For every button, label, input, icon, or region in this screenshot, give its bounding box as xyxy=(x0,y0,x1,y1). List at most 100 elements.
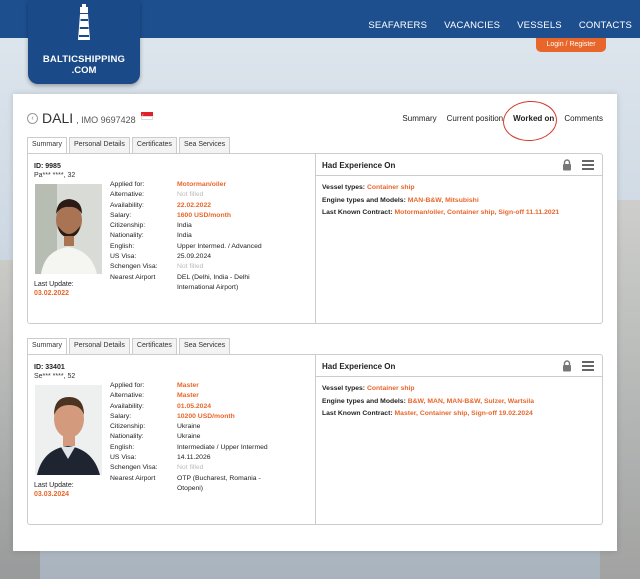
last-update-label: Last Update: xyxy=(34,482,74,489)
login-separator: / xyxy=(565,41,568,48)
availability-value: 01.05.2024 xyxy=(177,402,212,410)
engine-types-label: Engine types and Models: xyxy=(322,397,406,405)
citizenship-value: India xyxy=(177,222,192,230)
seafarer-photo[interactable] xyxy=(35,385,102,475)
vessel-types-label: Vessel types: xyxy=(322,385,366,392)
nationality-value: India xyxy=(177,232,192,240)
vessel-types-value: Container ship xyxy=(366,184,415,191)
logo-text-domain: .COM xyxy=(71,65,97,76)
experience-lines: Vessel types: Container ship Engine type… xyxy=(322,383,534,421)
last-contract-label: Last Known Contract: xyxy=(322,410,393,417)
engine-types-value: B&W, MAN, MAN-B&W, Sulzer, Wartsila xyxy=(407,397,534,405)
experience-title: Had Experience On xyxy=(322,362,396,371)
tab-current-position[interactable]: Current position xyxy=(447,114,503,123)
seafarer-name-age: Se*** ****, 52 xyxy=(34,373,76,380)
engine-types-value: MAN-B&W, Mitsubishi xyxy=(407,196,479,204)
english-value: Intermediate / Upper Intermed xyxy=(177,443,268,451)
card-tab-personal-details[interactable]: Personal Details xyxy=(68,137,130,153)
applied-for-value: Motorman/oiler xyxy=(177,181,227,188)
tab-summary[interactable]: Summary xyxy=(402,114,436,123)
applied-for-label: Applied for: xyxy=(110,382,145,389)
card-tab-sea-services[interactable]: Sea Services xyxy=(178,137,231,153)
card-tabs: Summary Personal Details Certificates Se… xyxy=(27,338,231,354)
vessel-types-value: Container ship xyxy=(366,385,415,392)
menu-icon[interactable] xyxy=(582,361,594,371)
last-update-value: 03.02.2022 xyxy=(34,290,70,297)
card-tab-sea-services[interactable]: Sea Services xyxy=(178,338,231,354)
card-tab-summary[interactable]: Summary xyxy=(27,338,67,354)
seafarer-photo[interactable] xyxy=(35,184,102,274)
logo-text: BALTICSHIPPING xyxy=(42,54,126,65)
red-circle-annotation xyxy=(501,99,559,143)
nav-contacts[interactable]: CONTACTS xyxy=(579,20,632,31)
nav-vessels[interactable]: VESSELS xyxy=(517,20,562,31)
us-visa-label: US Visa: xyxy=(110,253,137,261)
last-contract-value: Motorman/oiler, Container ship, Sign-off… xyxy=(394,209,560,216)
availability-label: Availability: xyxy=(110,402,144,410)
us-visa-label: US Visa: xyxy=(110,454,137,462)
main-panel: ‹ DALI , IMO 9697428 ☾ Summary Current p… xyxy=(13,94,617,551)
card-tabs: Summary Personal Details Certificates Se… xyxy=(27,137,231,153)
nearest-airport-label: Nearest Airport xyxy=(110,474,156,482)
schengen-visa-value: Not filled xyxy=(177,464,204,472)
lock-icon[interactable] xyxy=(562,360,572,372)
menu-icon[interactable] xyxy=(582,160,594,170)
last-contract-value: Master, Container ship, Sign-off 19.02.2… xyxy=(394,410,533,417)
schengen-visa-label: Schengen Visa: xyxy=(110,464,158,472)
last-contract-label: Last Known Contract: xyxy=(322,209,393,216)
experience-title: Had Experience On xyxy=(322,161,396,170)
nav-seafarers[interactable]: SEAFARERS xyxy=(368,20,427,31)
english-value: Upper Intermed. / Advanced xyxy=(177,242,262,250)
tab-comments[interactable]: Comments xyxy=(564,114,603,123)
nearest-airport-label: Nearest Airport xyxy=(110,273,156,281)
nearest-airport-value: DEL (Delhi, India - Delhi International … xyxy=(177,273,250,291)
english-label: English: xyxy=(110,242,135,250)
nationality-label: Nationality: xyxy=(110,232,144,240)
card-body: ID: 33401 Se*** ****, 52 Last Update: 03… xyxy=(27,354,603,525)
last-update-value: 03.03.2024 xyxy=(34,491,70,498)
vessel-name: DALI xyxy=(42,110,74,126)
login-link[interactable]: Login xyxy=(546,41,563,48)
salary-label: Salary: xyxy=(110,211,132,219)
experience-header: Had Experience On xyxy=(316,355,602,377)
lighthouse-icon xyxy=(78,4,90,40)
nav-vacancies[interactable]: VACANCIES xyxy=(444,20,500,31)
vessel-imo: , IMO 9697428 xyxy=(76,114,136,125)
vessel-types-label: Vessel types: xyxy=(322,184,366,191)
applied-for-label: Applied for: xyxy=(110,181,145,188)
experience-panel: Had Experience On Vessel types: Containe… xyxy=(316,355,602,524)
login-register-tab: Login / Register xyxy=(536,38,606,52)
experience-lines: Vessel types: Container ship Engine type… xyxy=(322,182,559,220)
engine-types-label: Engine types and Models: xyxy=(322,196,406,204)
alternative-value: Not filled xyxy=(177,191,204,199)
seafarer-details: Applied for: Motorman/oiler Alternative: N… xyxy=(110,180,295,293)
us-visa-value: 25.09.2024 xyxy=(177,253,212,261)
card-tab-personal-details[interactable]: Personal Details xyxy=(68,338,130,354)
salary-label: Salary: xyxy=(110,412,132,420)
card-tab-certificates[interactable]: Certificates xyxy=(131,338,177,354)
card-body: ID: 9985 Pa*** ****, 32 Last Update: 03.… xyxy=(27,153,603,324)
alternative-label: Alternative: xyxy=(110,392,145,400)
seafarer-profile: ID: 9985 Pa*** ****, 32 Last Update: 03.… xyxy=(28,154,316,323)
seafarer-id: ID: 9985 xyxy=(34,163,61,170)
site-logo[interactable]: BALTICSHIPPING .COM xyxy=(28,0,140,84)
card-tab-certificates[interactable]: Certificates xyxy=(131,137,177,153)
last-update-label: Last Update: xyxy=(34,281,74,288)
salary-value: 1600 USD/month xyxy=(177,211,232,219)
lock-icon[interactable] xyxy=(562,159,572,171)
back-icon[interactable]: ‹ xyxy=(27,112,38,124)
seafarer-name-age: Pa*** ****, 32 xyxy=(34,172,76,179)
availability-label: Availability: xyxy=(110,201,144,209)
experience-panel: Had Experience On Vessel types: Containe… xyxy=(316,154,602,323)
salary-value: 10200 USD/month xyxy=(177,412,235,420)
applied-for-value: Master xyxy=(177,382,199,389)
experience-header: Had Experience On xyxy=(316,154,602,176)
register-link[interactable]: Register xyxy=(569,41,595,48)
availability-value: 22.02.2022 xyxy=(177,201,212,209)
citizenship-label: Citizenship: xyxy=(110,222,146,230)
card-tab-summary[interactable]: Summary xyxy=(27,137,67,153)
alternative-label: Alternative: xyxy=(110,191,145,199)
alternative-value: Master xyxy=(177,392,199,400)
schengen-visa-label: Schengen Visa: xyxy=(110,263,158,271)
singapore-flag-icon: ☾ xyxy=(140,112,153,120)
